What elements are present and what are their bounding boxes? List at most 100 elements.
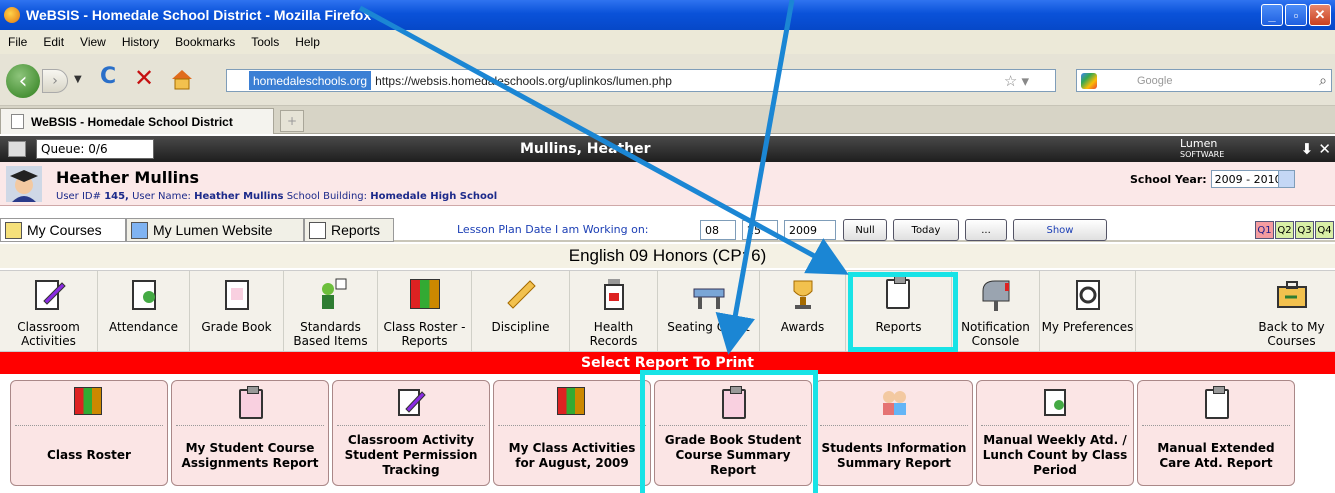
tool-label: Notification Console bbox=[961, 320, 1030, 348]
address-bar[interactable]: homedaleschools.org https://websis.homed… bbox=[226, 69, 1056, 92]
bookmark-star-icon[interactable]: ☆ ▾ bbox=[1004, 72, 1029, 90]
trophy-icon bbox=[793, 280, 812, 309]
search-icon[interactable]: ⌕ bbox=[1319, 72, 1327, 89]
home-icon[interactable] bbox=[170, 68, 194, 90]
reload-icon[interactable]: C bbox=[100, 64, 116, 89]
page-icon bbox=[11, 114, 24, 129]
tool-label: Standards Based Items bbox=[293, 320, 368, 348]
user-full-name: Heather Mullins bbox=[56, 168, 200, 187]
menu-edit[interactable]: Edit bbox=[43, 35, 64, 49]
tab-label: Reports bbox=[331, 222, 381, 238]
quarter-q4-button[interactable]: Q4 bbox=[1315, 221, 1334, 239]
lesson-plan-date-label: Lesson Plan Date I am Working on: bbox=[457, 223, 649, 236]
website-icon bbox=[131, 222, 148, 239]
show-button[interactable]: Show bbox=[1013, 219, 1107, 241]
tool-classroom-activities[interactable]: Classroom Activities bbox=[0, 271, 98, 351]
tab-my-courses[interactable]: My Courses bbox=[0, 218, 126, 242]
course-title: English 09 Honors (CP: 6) bbox=[0, 244, 1335, 268]
ellipsis-button[interactable]: ... bbox=[965, 219, 1007, 241]
school-year-select[interactable]: 2009 - 2010 bbox=[1210, 170, 1295, 188]
menu-bookmarks[interactable]: Bookmarks bbox=[175, 35, 235, 49]
school-year-label: School Year: bbox=[1130, 172, 1207, 186]
report-label: Students Information Summary Report bbox=[821, 440, 967, 470]
tool-label: Grade Book bbox=[201, 320, 272, 334]
browser-tab[interactable]: WeBSIS - Homedale School District bbox=[0, 108, 274, 134]
tool-attendance[interactable]: Attendance bbox=[98, 271, 190, 351]
lesson-month-input[interactable]: 08 bbox=[700, 220, 736, 240]
menu-view[interactable]: View bbox=[80, 35, 106, 49]
today-button[interactable]: Today bbox=[893, 219, 959, 241]
queue-field[interactable]: Queue: 0/6 bbox=[36, 139, 154, 159]
tool-health-records[interactable]: Health Records bbox=[570, 271, 658, 351]
lumen-logo: Lumen SOFTWARE bbox=[1180, 138, 1225, 160]
window-titlebar: WeBSIS - Homedale School District - Mozi… bbox=[0, 0, 1335, 30]
menu-help[interactable]: Help bbox=[295, 35, 320, 49]
close-bar-icon[interactable]: ✕ bbox=[1318, 140, 1331, 158]
report-classroom-activity-permission[interactable]: Classroom Activity Student Permission Tr… bbox=[332, 380, 490, 486]
tool-label: Seating Chart bbox=[667, 320, 750, 334]
history-dropdown-icon[interactable]: ▼ bbox=[74, 74, 82, 85]
edit-icon[interactable] bbox=[8, 141, 26, 157]
tool-label: My Preferences bbox=[1041, 320, 1134, 334]
menu-file[interactable]: File bbox=[8, 35, 27, 49]
tool-notification-console[interactable]: Notification Console bbox=[952, 271, 1040, 351]
lumen-header-bar: Queue: 0/6 Mullins, Heather Lumen SOFTWA… bbox=[0, 136, 1335, 162]
school-year-value: 2009 - 2010 bbox=[1214, 172, 1282, 186]
download-icon[interactable]: ⬇ bbox=[1301, 140, 1314, 158]
books-icon bbox=[557, 387, 587, 417]
tool-class-roster-reports[interactable]: Class Roster - Reports bbox=[378, 271, 472, 351]
maximize-button[interactable]: ▫ bbox=[1285, 4, 1307, 26]
back-button[interactable]: ‹ bbox=[6, 64, 40, 98]
students-icon bbox=[883, 391, 906, 415]
tool-seating-chart[interactable]: Seating Chart bbox=[658, 271, 760, 351]
search-input[interactable]: Google ⌕ bbox=[1076, 69, 1332, 92]
url-text[interactable]: https://websis.homedaleschools.org/uplin… bbox=[375, 74, 672, 88]
tool-label: Attendance bbox=[109, 320, 178, 334]
google-icon[interactable] bbox=[1081, 73, 1097, 89]
tool-label: Class Roster - Reports bbox=[383, 320, 466, 348]
lesson-year-input[interactable]: 2009 bbox=[784, 220, 836, 240]
report-manual-extended-care-atd[interactable]: Manual Extended Care Atd. Report bbox=[1137, 380, 1295, 486]
desk-icon bbox=[693, 288, 724, 309]
tool-discipline[interactable]: Discipline bbox=[472, 271, 570, 351]
quarter-q1-button[interactable]: Q1 bbox=[1255, 221, 1274, 239]
mailbox-icon bbox=[982, 280, 1009, 311]
main-tabs-row: My Courses My Lumen Website Reports Less… bbox=[0, 218, 1335, 242]
lesson-day-input[interactable]: 25 bbox=[742, 220, 778, 240]
quarter-q2-button[interactable]: Q2 bbox=[1275, 221, 1294, 239]
minimize-button[interactable]: _ bbox=[1261, 4, 1283, 26]
new-tab-button[interactable]: + bbox=[280, 110, 304, 132]
standards-people-icon bbox=[321, 278, 346, 309]
tab-my-lumen-website[interactable]: My Lumen Website bbox=[126, 218, 304, 242]
tool-awards[interactable]: Awards bbox=[760, 271, 846, 351]
menu-history[interactable]: History bbox=[122, 35, 159, 49]
tool-grade-book[interactable]: Grade Book bbox=[190, 271, 284, 351]
report-label: Classroom Activity Student Permission Tr… bbox=[344, 433, 478, 477]
preferences-clipboard-icon bbox=[1075, 280, 1100, 310]
medicine-bottle-icon bbox=[603, 279, 624, 310]
quarter-q3-button[interactable]: Q3 bbox=[1295, 221, 1314, 239]
report-clipboard-icon bbox=[1201, 386, 1231, 419]
tool-my-preferences[interactable]: My Preferences bbox=[1040, 271, 1136, 351]
report-my-student-course-assignments[interactable]: My Student Course Assignments Report bbox=[171, 380, 329, 486]
forward-button[interactable]: › bbox=[42, 69, 68, 93]
close-window-button[interactable]: ✕ bbox=[1309, 4, 1331, 26]
navigation-toolbar: ‹ › ▼ C ✕ homedaleschools.org https://we… bbox=[0, 54, 1335, 106]
tab-label: My Lumen Website bbox=[153, 222, 273, 238]
site-identity-badge[interactable]: homedaleschools.org bbox=[249, 71, 372, 90]
report-my-class-activities[interactable]: My Class Activities for August, 2009 bbox=[493, 380, 651, 486]
user-id: 145, bbox=[104, 191, 129, 202]
bar-controls: ⬇ ✕ bbox=[1301, 140, 1331, 158]
report-students-information-summary[interactable]: Students Information Summary Report bbox=[815, 380, 973, 486]
menu-tools[interactable]: Tools bbox=[251, 35, 279, 49]
null-button[interactable]: Null bbox=[843, 219, 887, 241]
stop-icon[interactable]: ✕ bbox=[134, 64, 154, 92]
report-label: Class Roster bbox=[47, 448, 131, 462]
tool-back-to-my-courses[interactable]: Back to My Courses bbox=[1248, 271, 1335, 351]
books-icon bbox=[408, 277, 442, 311]
tool-standards-based-items[interactable]: Standards Based Items bbox=[284, 271, 378, 351]
report-manual-weekly-atd-lunch-count[interactable]: Manual Weekly Atd. / Lunch Count by Clas… bbox=[976, 380, 1134, 486]
report-class-roster[interactable]: Class Roster bbox=[10, 380, 168, 486]
lumen-logo-subtext: SOFTWARE bbox=[1180, 150, 1225, 159]
tab-reports[interactable]: Reports bbox=[304, 218, 394, 242]
